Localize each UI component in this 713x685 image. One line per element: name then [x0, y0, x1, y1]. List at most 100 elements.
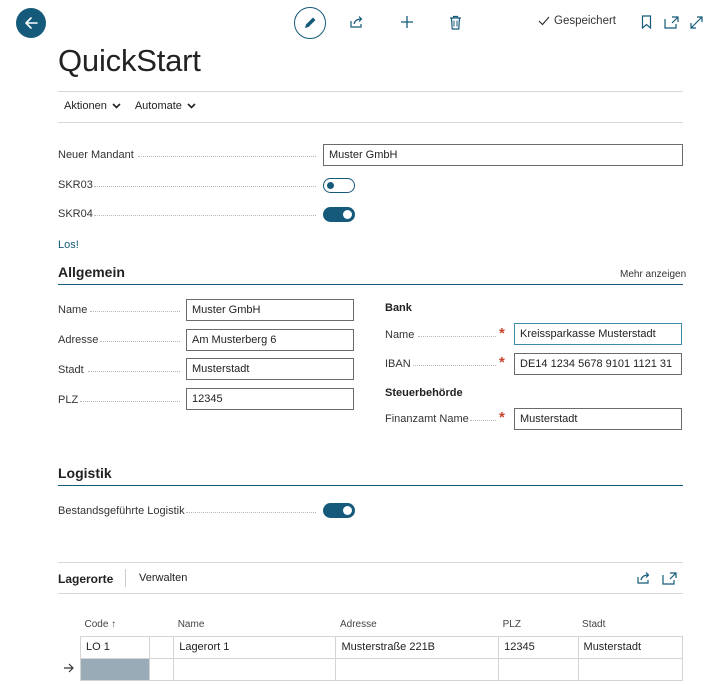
required-indicator: * — [499, 409, 505, 426]
actions-menu[interactable]: Aktionen — [64, 100, 121, 112]
open-new-window-button[interactable] — [661, 12, 681, 32]
checkmark-icon — [538, 16, 550, 26]
tax-office-label: Finanzamt Name — [385, 413, 469, 425]
cell-code-new[interactable] — [79, 657, 151, 681]
table-row[interactable]: LO 1 Lagerort 1 Musterstraße 221B 12345 … — [58, 635, 684, 659]
iban-label: IBAN — [385, 358, 411, 370]
show-more-link[interactable]: Mehr anzeigen — [620, 269, 686, 280]
go-link[interactable]: Los! — [58, 239, 79, 251]
column-header-address[interactable]: Adresse — [336, 614, 499, 636]
plus-icon — [401, 16, 413, 28]
dotted-leader — [94, 186, 316, 187]
skr04-toggle[interactable] — [323, 207, 355, 222]
zip-label: PLZ — [58, 394, 79, 406]
required-indicator: * — [499, 354, 505, 371]
divider — [58, 593, 683, 594]
manage-menu[interactable]: Verwalten — [139, 572, 187, 584]
inventory-logistics-label: Bestandsgeführte Logistik — [58, 505, 185, 517]
cell-spacer — [149, 657, 175, 681]
dotted-leader — [470, 420, 496, 421]
dotted-leader — [413, 365, 496, 366]
cell-zip[interactable]: 12345 — [498, 635, 579, 659]
expand-button[interactable] — [686, 12, 706, 32]
general-section-title[interactable]: Allgemein — [58, 264, 125, 280]
automate-menu[interactable]: Automate — [135, 100, 196, 112]
row-marker — [58, 658, 81, 680]
open-window-icon — [663, 15, 679, 29]
city-label: Stadt — [58, 364, 84, 376]
cell-name-new[interactable] — [173, 657, 337, 681]
saved-status: Gespeichert — [538, 15, 616, 27]
arrow-left-icon — [25, 17, 38, 29]
dotted-leader — [100, 341, 180, 342]
actions-menu-label: Aktionen — [64, 100, 107, 112]
inventory-logistics-toggle[interactable] — [323, 503, 355, 518]
skr03-label: SKR03 — [58, 179, 93, 191]
bookmark-icon — [641, 15, 651, 29]
dotted-leader — [90, 311, 180, 312]
city-field[interactable]: Musterstadt — [186, 358, 354, 380]
tax-office-field[interactable]: Musterstadt — [514, 408, 682, 430]
column-header-zip[interactable]: PLZ — [499, 614, 578, 636]
trash-icon — [449, 15, 461, 30]
open-window-icon — [661, 571, 677, 585]
bank-name-label: Name — [385, 329, 415, 341]
saved-label: Gespeichert — [554, 15, 617, 27]
section-underline — [58, 485, 683, 486]
open-new-window-button[interactable] — [659, 568, 679, 588]
expand-icon — [689, 15, 703, 29]
address-field[interactable]: Am Musterberg 6 — [186, 329, 354, 351]
logistics-section-title[interactable]: Logistik — [58, 465, 112, 481]
arrow-right-icon — [64, 663, 74, 672]
new-client-label: Neuer Mandant — [58, 149, 134, 161]
bank-name-field[interactable]: Kreissparkasse Musterstadt — [514, 323, 682, 345]
zip-field[interactable]: 12345 — [186, 388, 354, 410]
new-button[interactable] — [397, 12, 417, 32]
cell-spacer — [149, 635, 175, 659]
pencil-icon — [305, 17, 316, 28]
chevron-down-icon — [112, 103, 121, 109]
edit-button[interactable] — [294, 7, 326, 39]
skr04-label: SKR04 — [58, 208, 93, 220]
dotted-leader — [186, 512, 316, 513]
address-label: Adresse — [58, 334, 99, 346]
skr03-toggle[interactable] — [323, 178, 355, 193]
dotted-leader — [88, 371, 180, 372]
dotted-leader — [418, 336, 496, 337]
new-client-field[interactable]: Muster GmbH — [323, 144, 683, 166]
required-indicator: * — [499, 325, 505, 342]
table-row-new[interactable] — [58, 657, 684, 681]
bank-heading: Bank — [385, 302, 412, 314]
cell-address-new[interactable] — [335, 657, 500, 681]
share-button[interactable] — [634, 568, 654, 588]
iban-field[interactable]: DE14 1234 5678 9101 1121 31 — [514, 353, 682, 375]
name-label: Name — [58, 304, 88, 316]
delete-button[interactable] — [445, 12, 465, 32]
cell-city[interactable]: Musterstadt — [577, 635, 684, 659]
cell-address[interactable]: Musterstraße 221B — [335, 635, 500, 659]
column-header-city[interactable]: Stadt — [578, 614, 682, 636]
locations-tab[interactable]: Lagerorte — [58, 572, 113, 586]
tax-office-heading: Steuerbehörde — [385, 387, 463, 399]
cell-name[interactable]: Lagerort 1 — [173, 635, 337, 659]
divider — [58, 122, 683, 123]
cell-code[interactable]: LO 1 — [79, 635, 151, 659]
cell-city-new[interactable] — [577, 657, 684, 681]
row-marker — [58, 636, 81, 658]
action-bar: Aktionen Automate — [64, 100, 196, 112]
back-button[interactable] — [16, 8, 46, 38]
page-title: QuickStart — [58, 43, 201, 78]
column-header-spacer — [150, 614, 174, 636]
share-icon — [350, 16, 363, 28]
row-marker-header — [58, 614, 81, 636]
dotted-leader — [138, 156, 316, 157]
bookmark-button[interactable] — [636, 12, 656, 32]
dotted-leader — [94, 215, 316, 216]
column-header-name[interactable]: Name — [174, 614, 336, 636]
share-icon — [637, 572, 650, 584]
separator — [125, 569, 126, 587]
column-header-code[interactable]: Code ↑ — [81, 614, 150, 636]
cell-zip-new[interactable] — [498, 657, 579, 681]
name-field[interactable]: Muster GmbH — [186, 299, 354, 321]
share-button[interactable] — [347, 12, 367, 32]
